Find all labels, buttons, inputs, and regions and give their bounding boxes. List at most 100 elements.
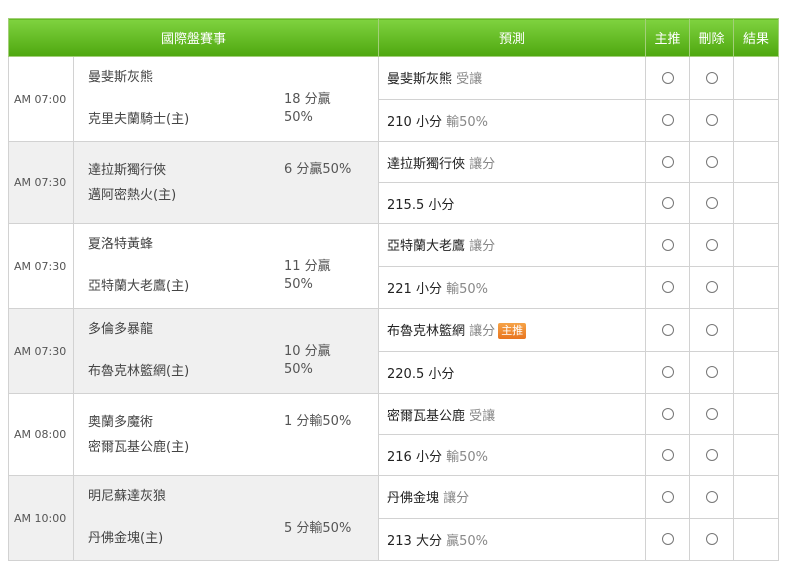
delete-radio[interactable] [705,490,718,503]
delete-cell [689,308,735,352]
delete-cell [689,223,735,267]
game-time: AM 07:30 [8,308,74,394]
main-pick-radio[interactable] [661,238,674,251]
table-row: AM 10:00 明尼蘇達灰狼 丹佛金塊(主) 5 分輸50% 丹佛金塊 讓分 [8,475,780,561]
result-cell [733,98,780,142]
delete-cell [689,56,735,100]
main-pick-cell [645,517,691,561]
table-row: AM 07:30 夏洛特黃蜂 亞特蘭大老鷹(主) 11 分贏 50% 亞特蘭大老鷹… [8,223,780,309]
game-time: AM 07:30 [8,223,74,309]
main-pick-radio[interactable] [661,533,674,546]
result-cell [733,223,780,267]
main-pick-cell [645,434,691,476]
home-team: 邁阿密熱火(主) [88,187,177,203]
header-main-pick: 主推 [645,18,691,57]
delete-radio[interactable] [705,323,718,336]
delete-radio[interactable] [705,238,718,251]
home-team: 密爾瓦基公鹿(主) [88,439,190,455]
prediction-spread: 亞特蘭大老鷹 讓分 [378,223,647,267]
game-teams: 夏洛特黃蜂 亞特蘭大老鷹(主) 11 分贏 50% [72,223,380,309]
result-cell [733,350,780,394]
delete-cell [689,393,735,435]
game-time: AM 10:00 [8,475,74,561]
table-header-row: 國際盤賽事 預測 主推 刪除 結果 [7,18,780,57]
game-teams: 曼斐斯灰熊 克里夫蘭騎士(主) 18 分贏 50% [72,56,380,142]
prediction-total: 213 大分 贏50% [378,517,647,561]
game-teams: 達拉斯獨行俠 邁阿密熱火(主) 6 分贏50% [72,141,380,224]
result-cell [733,182,780,224]
delete-radio[interactable] [705,533,718,546]
home-team: 克里夫蘭騎士(主) [88,112,190,127]
delete-radio[interactable] [705,366,718,379]
main-pick-radio[interactable] [661,490,674,503]
prediction-table: 國際盤賽事 預測 主推 刪除 結果 AM 07:00 曼斐斯灰熊 克里夫蘭騎士(… [7,18,780,561]
table-row: AM 07:30 多倫多暴龍 布魯克林籃網(主) 10 分贏 50% 布魯克林籃網… [8,308,780,394]
away-team: 夏洛特黃蜂 [88,237,154,252]
game-time: AM 08:00 [8,393,74,476]
result-cell [733,141,780,183]
main-pick-cell [645,141,691,183]
result-cell [733,434,780,476]
main-pick-cell [645,393,691,435]
delete-cell [689,434,735,476]
game-time: AM 07:30 [8,141,74,224]
header-result: 結果 [733,18,780,57]
delete-radio[interactable] [705,408,718,420]
away-team: 曼斐斯灰熊 [88,70,154,85]
result-cell [733,308,780,352]
result-cell [733,393,780,435]
game-time: AM 07:00 [8,56,74,142]
prediction-total: 221 小分 輸50% [378,265,647,309]
main-pick-badge: 主推 [498,323,527,340]
header-prediction: 預測 [378,18,647,57]
home-team: 布魯克林籃網(主) [88,364,190,379]
game-teams: 多倫多暴龍 布魯克林籃網(主) 10 分贏 50% [72,308,380,394]
main-pick-cell [645,350,691,394]
result-cell [733,56,780,100]
result-cell [733,475,780,519]
prediction-spread: 丹佛金塊 讓分 [378,475,647,519]
delete-radio[interactable] [705,449,718,461]
main-pick-radio[interactable] [661,114,674,127]
delete-cell [689,265,735,309]
odds-text: 6 分贏50% [284,162,352,177]
main-pick-cell [645,475,691,519]
main-pick-radio[interactable] [661,408,674,420]
delete-cell [689,517,735,561]
away-team: 多倫多暴龍 [88,322,154,337]
away-team: 明尼蘇達灰狼 [88,489,167,504]
main-pick-radio[interactable] [661,366,674,379]
odds-text: 1 分輸50% [284,414,352,429]
delete-cell [689,475,735,519]
delete-cell [689,141,735,183]
prediction-total: 220.5 小分 [378,350,647,394]
table-row: AM 07:00 曼斐斯灰熊 克里夫蘭騎士(主) 18 分贏 50% 曼斐斯灰熊 … [8,56,780,142]
delete-radio[interactable] [705,281,718,294]
delete-radio[interactable] [705,114,718,127]
result-cell [733,265,780,309]
table-row: AM 08:00 奧蘭多魔術 密爾瓦基公鹿(主) 1 分輸50% 密爾瓦基公鹿 … [8,393,780,476]
main-pick-radio[interactable] [661,281,674,294]
odds-text: 5 分輸50% [284,521,352,536]
prediction-spread: 密爾瓦基公鹿 受讓 [378,393,647,435]
main-pick-radio[interactable] [661,323,674,336]
header-game: 國際盤賽事 [7,18,380,57]
delete-radio[interactable] [705,71,718,84]
main-pick-radio[interactable] [661,71,674,84]
main-pick-cell [645,56,691,100]
delete-radio[interactable] [705,197,718,209]
odds-text: 10 分贏 50% [284,344,331,377]
main-pick-radio[interactable] [661,156,674,168]
table-row: AM 07:30 達拉斯獨行俠 邁阿密熱火(主) 6 分贏50% 達拉斯獨行俠 … [8,141,780,224]
delete-cell [689,350,735,394]
delete-radio[interactable] [705,156,718,168]
main-pick-cell [645,98,691,142]
game-teams: 奧蘭多魔術 密爾瓦基公鹿(主) 1 分輸50% [72,393,380,476]
prediction-spread: 布魯克林籃網 讓分 主推 [378,308,647,352]
prediction-spread: 曼斐斯灰熊 受讓 [378,56,647,100]
main-pick-radio[interactable] [661,197,674,209]
main-pick-cell [645,223,691,267]
game-teams: 明尼蘇達灰狼 丹佛金塊(主) 5 分輸50% [72,475,380,561]
prediction-total: 215.5 小分 [378,182,647,224]
main-pick-radio[interactable] [661,449,674,461]
